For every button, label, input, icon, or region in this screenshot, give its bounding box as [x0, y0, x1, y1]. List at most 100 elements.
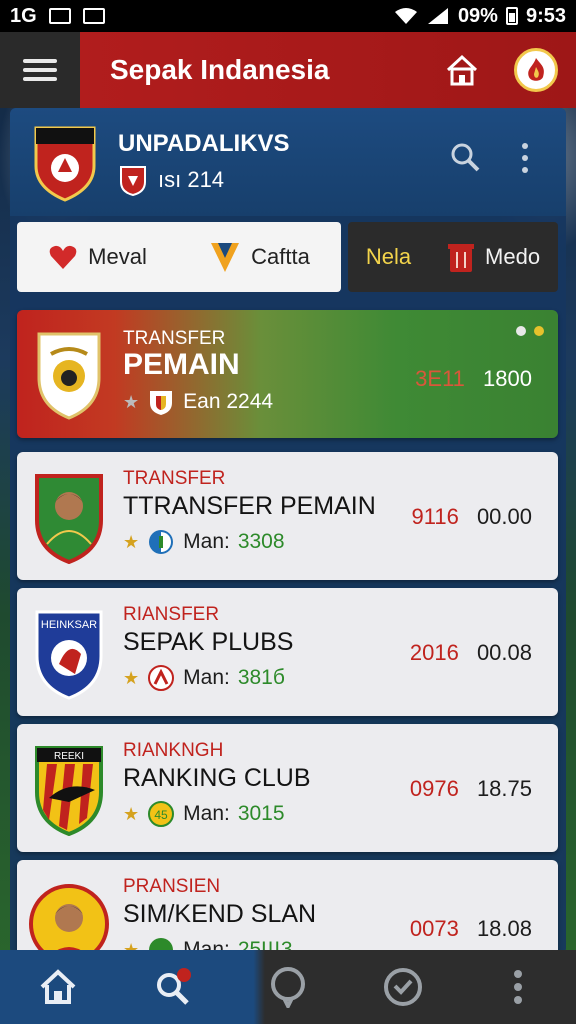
score-secondary: 00.08 — [476, 640, 532, 665]
menu-button[interactable] — [0, 32, 80, 108]
app-bar: Sepak Indanesia — [0, 32, 576, 108]
card-meta: ★ 45 Man: 3015 — [123, 800, 285, 828]
card-meta-label: Man: — [183, 802, 230, 825]
card-indicator-dots — [516, 326, 544, 336]
team-logo-icon — [149, 530, 174, 554]
card-kicker: RIANSFER — [123, 604, 220, 625]
club-crest-bird: HEINKSAR — [35, 610, 103, 700]
mini-shield-icon — [150, 391, 173, 415]
filter-label: Caftta — [251, 244, 310, 269]
search-icon[interactable] — [450, 142, 480, 172]
score-primary: 0976 — [409, 776, 459, 801]
cast-icon — [82, 8, 105, 24]
player-portrait-badge — [35, 474, 103, 564]
star-icon: ★ — [123, 391, 140, 412]
card-meta: ★ Man: 381б — [123, 664, 285, 692]
trash-icon — [448, 244, 475, 272]
pennant-icon — [211, 243, 240, 272]
transfer-card[interactable]: HEINKSAR RIANSFER SEPAK PLUBS ★ Man: 381… — [17, 588, 558, 716]
card-headline: PEMAIN — [123, 348, 240, 381]
nav-search[interactable] — [143, 957, 203, 1017]
chat-bubble-icon — [270, 967, 305, 1008]
transfer-card-featured[interactable]: TRANSFER PEMAIN ★ Ean 2244 3E11 1800 — [17, 310, 558, 438]
card-score: 9116 00.00 — [412, 504, 533, 530]
club-profile-header: UNPADALIKVS ısı 214 — [10, 108, 566, 216]
club-logo-button[interactable] — [514, 48, 558, 92]
card-meta-number: 381б — [237, 666, 285, 689]
filter-caftta[interactable]: Caftta — [209, 240, 310, 274]
filter-medo[interactable]: Medo — [447, 241, 540, 273]
card-score: 0073 18.08 — [410, 916, 532, 942]
clock: 9:53 — [525, 4, 566, 27]
card-kicker: TRANSFER — [123, 468, 226, 489]
card-meta: ★ Ean 2244 — [123, 388, 273, 416]
card-meta: ★ Man: 3308 — [123, 528, 285, 556]
battery-percent: 09% — [457, 4, 498, 27]
heart-icon — [49, 245, 77, 269]
card-meta-text: Ean 2244 — [183, 390, 274, 413]
filter-label: Meval — [88, 244, 147, 269]
filter-group: Meval Caftta — [17, 222, 341, 292]
crest-text: REEKI — [54, 751, 84, 762]
score-primary: 0073 — [409, 916, 459, 941]
score-secondary: 18.75 — [476, 776, 532, 801]
filter-nela[interactable]: Nela — [366, 244, 411, 270]
club-crest-eagle — [37, 332, 101, 420]
club-badge — [34, 126, 96, 202]
card-meta-number: 3308 — [237, 530, 285, 553]
player-portrait-badge — [29, 884, 109, 954]
transfer-card[interactable]: TRANSFER TTRANSFER PEMAIN ★ Man: 3308 91… — [17, 452, 558, 580]
image-icon — [48, 8, 71, 24]
app-title: Sepak Indanesia — [110, 54, 330, 85]
filter-label: Medo — [485, 244, 541, 269]
star-icon: ★ — [123, 803, 140, 824]
filter-meval[interactable]: Meval — [48, 243, 147, 271]
ranking-card[interactable]: REEKI RIANKNGH RANKING CLUB ★ 45 Man: 30… — [17, 724, 558, 852]
main-panel: UNPADALIKVS ısı 214 Meval Caftta Nela Me… — [10, 108, 566, 954]
club-stat: ısı 214 — [158, 167, 225, 192]
nav-history[interactable] — [373, 957, 433, 1017]
signal-icon — [427, 8, 448, 24]
wifi-icon — [394, 8, 417, 24]
search-notification-icon — [156, 968, 191, 1005]
battery-icon — [505, 7, 518, 25]
card-score: 2016 00.08 — [410, 640, 532, 666]
home-icon — [40, 969, 75, 1004]
bottom-navigation — [0, 950, 576, 1024]
more-options-icon[interactable] — [518, 142, 532, 174]
score-primary: 3E11 — [415, 366, 465, 391]
dot-indicator — [516, 326, 526, 336]
star-icon: ★ — [123, 667, 140, 688]
logo-text: 45 — [154, 808, 168, 822]
score-secondary: 00.00 — [476, 504, 532, 529]
club-name: UNPADALIKVS — [118, 130, 290, 157]
nav-home[interactable] — [28, 957, 88, 1017]
card-headline: TTRANSFER PEMAIN — [123, 492, 376, 520]
card-kicker: PRANSIEN — [123, 876, 221, 897]
card-score: 0976 18.75 — [410, 776, 532, 802]
dot-indicator — [534, 326, 544, 336]
card-headline: RANKING CLUB — [123, 764, 311, 792]
card-meta-label: Man: — [183, 666, 230, 689]
card-headline: SEPAK PLUBS — [123, 628, 294, 656]
more-options-icon — [514, 970, 523, 1004]
clock-check-icon — [384, 968, 423, 1006]
card-meta-label: Man: — [183, 530, 230, 553]
title-area: Sepak Indanesia — [80, 32, 576, 108]
score-secondary: 18.08 — [476, 916, 532, 941]
team-logo-icon: 45 — [148, 801, 175, 827]
flame-crest-icon — [528, 58, 544, 81]
nav-chat[interactable] — [258, 957, 318, 1017]
card-headline: SIM/KEND SLAN — [123, 900, 317, 928]
home-icon[interactable] — [444, 52, 480, 88]
status-bar: 1G 09% 9:53 — [0, 0, 576, 32]
card-kicker: RIANKNGH — [123, 740, 224, 761]
card-meta-number: 3015 — [237, 802, 285, 825]
transfer-card[interactable]: PRANSIEN SIM/KEND SLAN ★ Man: 25Щ3 0073 … — [17, 860, 558, 954]
club-subtitle: ısı 214 — [118, 164, 224, 196]
network-label: 1G — [10, 4, 37, 27]
card-kicker: TRANSFER — [123, 328, 226, 349]
nav-more[interactable] — [488, 957, 548, 1017]
score-primary: 2016 — [409, 640, 459, 665]
star-icon: ★ — [123, 531, 140, 552]
